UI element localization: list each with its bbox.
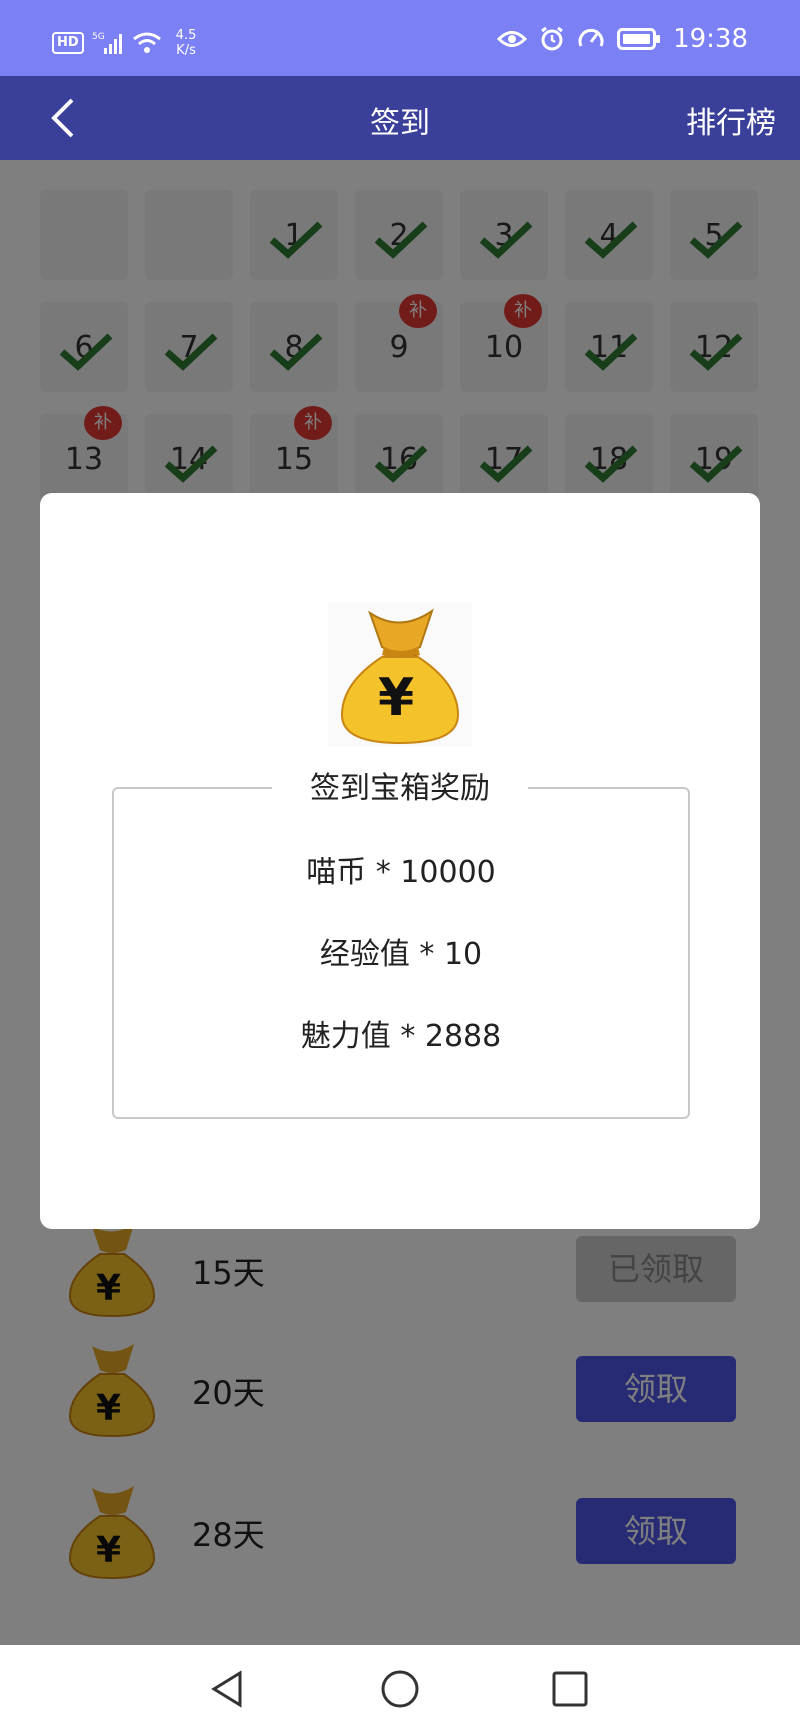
reward-item-exp: 经验值 * 10 [319,937,483,972]
network-speed: 4.5 K/s [176,28,197,58]
system-nav-bar [0,1645,800,1733]
nav-back-icon[interactable] [206,1667,250,1711]
nav-recents-icon[interactable] [548,1667,592,1711]
network-speed-value: 4.5 [175,28,197,43]
page-title: 签到 [370,106,430,141]
dialog-title: 签到宝箱奖励 [272,769,528,809]
speedometer-icon [578,28,604,47]
app-bar: 签到 排行榜 [0,76,800,160]
alarm-icon [541,26,563,51]
signal-label: 5G [92,32,105,42]
leaderboard-button[interactable]: 排行榜 [686,98,776,142]
signal-icon: 5G [92,32,122,54]
wifi-icon [132,32,161,53]
network-speed-unit: K/s [176,43,196,58]
clock: 19:38 [673,24,748,54]
nav-home-icon[interactable] [378,1667,422,1711]
eye-icon [497,31,528,47]
hd-indicator: HD [52,32,84,54]
reward-item-coins: 喵币 * 10000 [306,855,496,890]
battery-icon [617,28,661,50]
reward-dialog: ¥ 签到宝箱奖励 喵币 * 10000 经验值 * 10 魅力值 * 2888 [40,493,760,1229]
money-bag-icon: ¥ [328,603,472,747]
reward-items: 喵币 * 10000 经验值 * 10 魅力值 * 2888 [112,853,690,1099]
svg-text:¥: ¥ [378,668,414,728]
status-bar: HD 5G 4.5 K/s 19:38 [0,0,800,76]
reward-item-charm: 魅力值 * 2888 [300,1019,502,1054]
